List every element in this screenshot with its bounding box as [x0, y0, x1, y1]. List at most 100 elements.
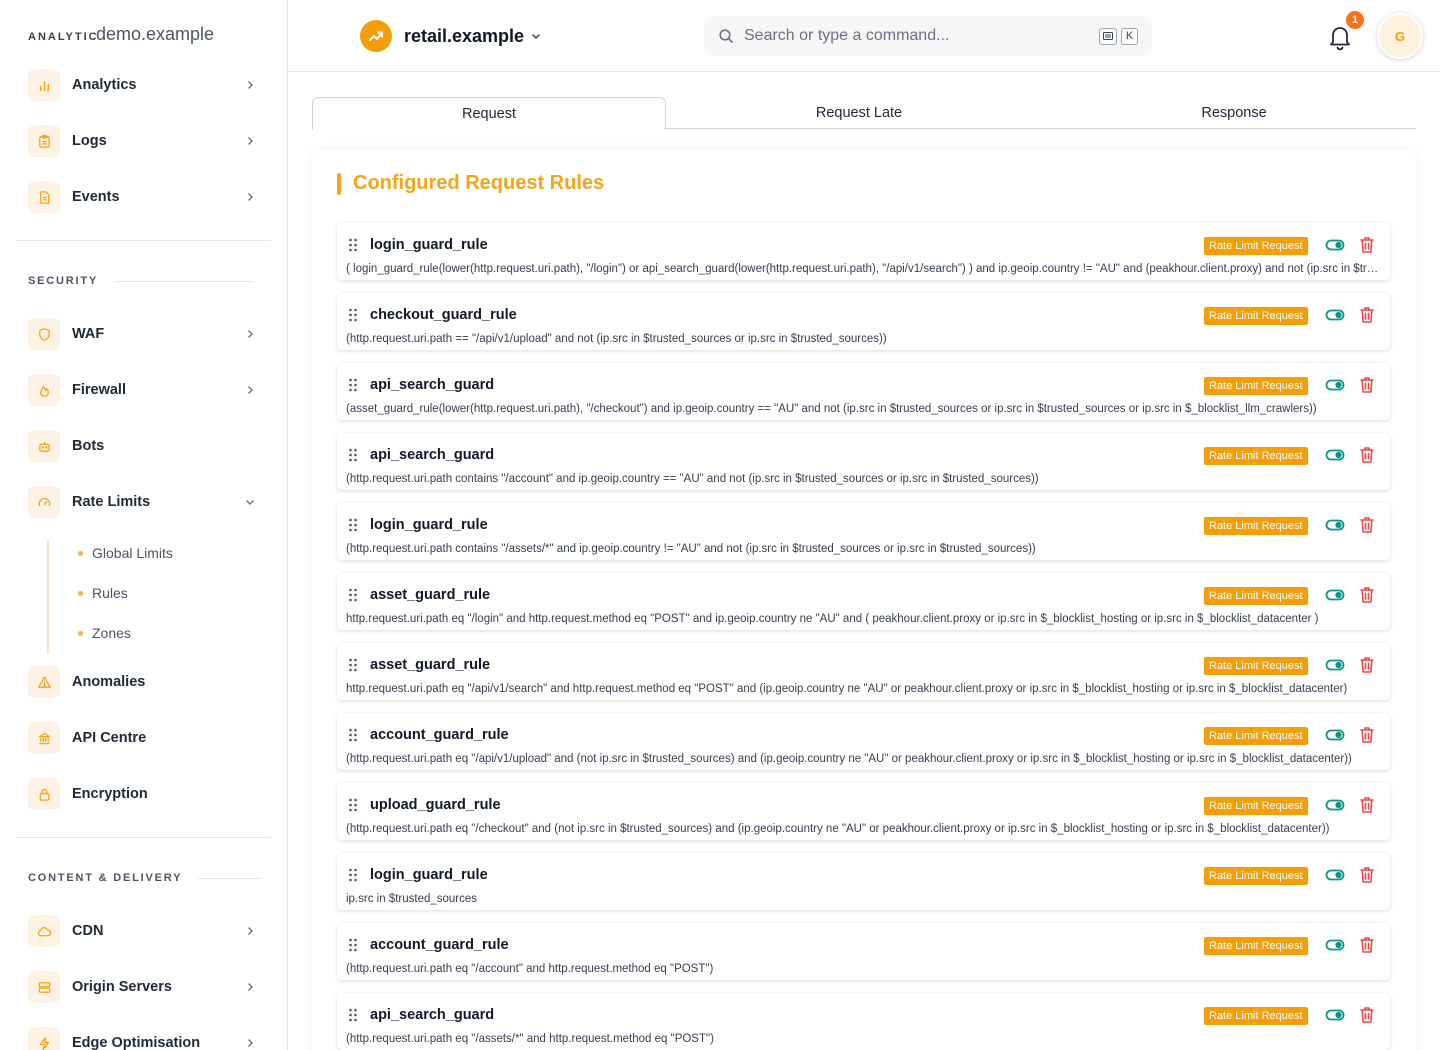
search-input[interactable] — [744, 27, 1095, 45]
sidebar-item-logs[interactable]: Logs — [28, 125, 260, 157]
chevron-right-icon — [248, 330, 253, 338]
rule-phase-tabs: Request Request Late Response — [312, 97, 1416, 130]
rule-name: login_guard_rule — [370, 237, 488, 253]
sidebar-item-api-centre[interactable]: API Centre — [28, 722, 260, 754]
sidebar-item-bots[interactable]: Bots — [28, 430, 260, 462]
sidebar-item-encryption[interactable]: Encryption — [28, 778, 260, 810]
delete-icon[interactable] — [1359, 236, 1375, 254]
sidebar-item-label: Rate Limits — [72, 494, 151, 510]
drag-handle-icon[interactable] — [348, 938, 358, 952]
rule-name: api_search_guard — [370, 377, 495, 393]
flame-icon — [28, 374, 60, 406]
rule-row[interactable]: upload_guard_rule Rate Limit Request (http… — [337, 783, 1390, 840]
sidebar-item-label: Origin Servers — [72, 979, 172, 995]
rule-expression: ip.src in $trusted_sources — [346, 893, 478, 905]
tab-request[interactable]: Request — [312, 97, 666, 130]
delete-icon[interactable] — [1359, 796, 1375, 814]
enabled-toggle-icon[interactable] — [1325, 517, 1345, 533]
rule-row[interactable]: asset_guard_rule Rate Limit Request http.r… — [337, 573, 1390, 630]
brand-logo-text: ANALYTICS — [28, 31, 96, 43]
drag-handle-icon[interactable] — [348, 868, 358, 882]
sidebar-item-origin-servers[interactable]: Origin Servers — [28, 971, 260, 1003]
drag-handle-icon[interactable] — [348, 588, 358, 602]
sidebar-item-label: Encryption — [72, 786, 148, 802]
drag-handle-icon[interactable] — [348, 518, 358, 532]
rule-row[interactable]: asset_guard_rule Rate Limit Request http.r… — [337, 643, 1390, 700]
drag-handle-icon[interactable] — [348, 378, 358, 392]
site-switcher[interactable]: retail.example — [360, 20, 542, 52]
sidebar-item-label: Bots — [72, 438, 105, 454]
enabled-toggle-icon[interactable] — [1325, 937, 1345, 953]
chevron-right-icon — [248, 137, 253, 145]
rule-row[interactable]: account_guard_rule Rate Limit Request (htt… — [337, 923, 1390, 980]
delete-icon[interactable] — [1359, 376, 1375, 394]
delete-icon[interactable] — [1359, 516, 1375, 534]
subnav-item-rules[interactable]: Rules — [78, 585, 128, 601]
rule-expression: http.request.uri.path eq "/api/v1/search… — [346, 683, 1348, 695]
drag-handle-icon[interactable] — [348, 658, 358, 672]
drag-handle-icon[interactable] — [348, 798, 358, 812]
sidebar-item-events[interactable]: Events — [28, 181, 260, 213]
sidebar-item-label: Anomalies — [72, 674, 146, 690]
rule-row[interactable]: api_search_guard Rate Limit Request (http.… — [337, 433, 1390, 490]
rule-row[interactable]: login_guard_rule Rate Limit Request ( logi… — [337, 223, 1390, 280]
sidebar-item-rate-limits[interactable]: Rate Limits — [28, 486, 260, 518]
rule-row[interactable]: login_guard_rule Rate Limit Request (http.… — [337, 503, 1390, 560]
cloud-icon — [28, 915, 60, 947]
enabled-toggle-icon[interactable] — [1325, 867, 1345, 883]
rule-expression: ( login_guard_rule(lower(http.request.ur… — [346, 263, 1380, 275]
delete-icon[interactable] — [1359, 936, 1375, 954]
rule-row[interactable]: account_guard_rule Rate Limit Request (htt… — [337, 713, 1390, 770]
rule-type-badge: Rate Limit Request — [1204, 237, 1308, 255]
sidebar-divider — [16, 240, 271, 241]
subnav-item-global-limits[interactable]: Global Limits — [78, 545, 173, 561]
rule-row[interactable]: checkout_guard_rule Rate Limit Request (ht… — [337, 293, 1390, 350]
delete-icon[interactable] — [1359, 866, 1375, 884]
enabled-toggle-icon[interactable] — [1325, 237, 1345, 253]
rule-row[interactable]: login_guard_rule Rate Limit Request ip.src… — [337, 853, 1390, 910]
drag-handle-icon[interactable] — [348, 1008, 358, 1022]
drag-handle-icon[interactable] — [348, 308, 358, 322]
gauge-icon — [28, 486, 60, 518]
sidebar-item-label: Firewall — [72, 382, 126, 398]
enabled-toggle-icon[interactable] — [1325, 447, 1345, 463]
delete-icon[interactable] — [1359, 446, 1375, 464]
rule-name: account_guard_rule — [370, 727, 509, 743]
enabled-toggle-icon[interactable] — [1325, 307, 1345, 323]
enabled-toggle-icon[interactable] — [1325, 377, 1345, 393]
warning-icon — [28, 666, 60, 698]
sidebar-item-analytics[interactable]: Analytics — [28, 69, 260, 101]
shortcut-key: K — [1121, 27, 1138, 45]
delete-icon[interactable] — [1359, 586, 1375, 604]
sidebar-item-label: Edge Optimisation — [72, 1035, 201, 1050]
server-icon — [28, 971, 60, 1003]
drag-handle-icon[interactable] — [348, 238, 358, 252]
enabled-toggle-icon[interactable] — [1325, 1007, 1345, 1023]
delete-icon[interactable] — [1359, 306, 1375, 324]
chevron-right-icon — [248, 983, 253, 991]
subnav-item-zones[interactable]: Zones — [78, 625, 131, 641]
drag-handle-icon[interactable] — [348, 728, 358, 742]
rule-expression: (http.request.uri.path contains "/accoun… — [346, 473, 1039, 485]
sidebar-item-edge-optimisation[interactable]: Edge Optimisation — [28, 1027, 260, 1050]
tab-response[interactable]: Response — [1052, 97, 1416, 129]
delete-icon[interactable] — [1359, 656, 1375, 674]
sidebar-item-label: Logs — [72, 133, 107, 149]
rule-row[interactable]: api_search_guard Rate Limit Request (http.… — [337, 993, 1390, 1050]
enabled-toggle-icon[interactable] — [1325, 587, 1345, 603]
rule-expression: (http.request.uri.path eq "/checkout" an… — [346, 823, 1330, 835]
enabled-toggle-icon[interactable] — [1325, 657, 1345, 673]
tab-request-late[interactable]: Request Late — [666, 97, 1052, 129]
sidebar-item-cdn[interactable]: CDN — [28, 915, 260, 947]
sidebar-item-anomalies[interactable]: Anomalies — [28, 666, 260, 698]
avatar[interactable]: G — [1377, 13, 1423, 59]
enabled-toggle-icon[interactable] — [1325, 727, 1345, 743]
sidebar-item-waf[interactable]: WAF — [28, 318, 260, 350]
drag-handle-icon[interactable] — [348, 448, 358, 462]
delete-icon[interactable] — [1359, 726, 1375, 744]
delete-icon[interactable] — [1359, 1006, 1375, 1024]
rule-row[interactable]: api_search_guard Rate Limit Request (asset… — [337, 363, 1390, 420]
sidebar-item-firewall[interactable]: Firewall — [28, 374, 260, 406]
enabled-toggle-icon[interactable] — [1325, 797, 1345, 813]
section-label-content-delivery: CONTENT & DELIVERY — [28, 872, 263, 884]
